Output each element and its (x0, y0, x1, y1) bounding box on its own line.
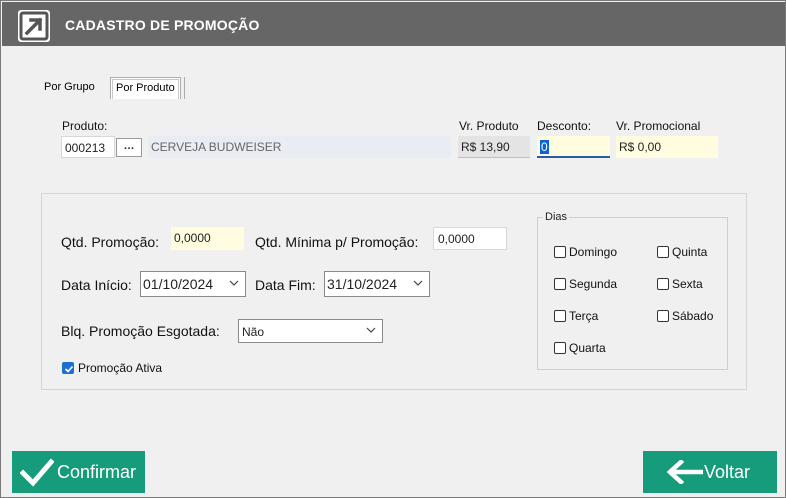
arrow-up-right-icon (18, 10, 50, 42)
chevron-down-icon (366, 327, 376, 333)
quarta-label: Quarta (569, 341, 606, 355)
vr-produto-field: R$ 13,90 (458, 136, 530, 158)
vr-promocional-field: R$ 0,00 (616, 136, 718, 158)
tab-divider (184, 77, 185, 99)
sabado-label: Sábado (672, 309, 714, 323)
produto-label: Produto: (62, 119, 108, 133)
data-fim-picker[interactable]: 31/10/2024 (324, 271, 430, 297)
tab-por-produto[interactable]: Por Produto (110, 77, 181, 99)
domingo-label: Domingo (569, 245, 618, 259)
blq-promocao-label: Blq. Promoção Esgotada: (61, 323, 220, 339)
promocao-ativa-checkbox[interactable] (62, 362, 74, 374)
data-inicio-label: Data Início: (61, 277, 132, 293)
dias-group-label: Dias (543, 211, 570, 223)
back-button[interactable]: Voltar (643, 451, 777, 493)
confirm-button-label: Confirmar (57, 462, 137, 482)
qtd-promocao-label: Qtd. Promoção: (61, 234, 160, 250)
data-fim-label: Data Fim: (255, 277, 316, 293)
qtd-minima-label: Qtd. Mínima p/ Promoção: (255, 234, 419, 250)
segunda-label: Segunda (569, 277, 618, 291)
chevron-down-icon (229, 280, 239, 286)
data-inicio-picker[interactable]: 01/10/2024 (140, 271, 246, 297)
back-button-label: Voltar (704, 462, 751, 482)
tab-por-grupo[interactable]: Por Grupo (39, 77, 100, 99)
domingo-checkbox[interactable] (554, 246, 566, 258)
sexta-checkbox[interactable] (657, 278, 669, 290)
segunda-checkbox[interactable] (554, 278, 566, 290)
quinta-checkbox[interactable] (657, 246, 669, 258)
promotion-window: CADASTRO DE PROMOÇÃO Por Grupo Por Produ… (0, 0, 786, 498)
produto-description-field: CERVEJA BUDWEISER (148, 136, 451, 158)
arrow-left-icon (667, 460, 703, 484)
terca-checkbox[interactable] (554, 310, 566, 322)
chevron-down-icon (413, 280, 423, 286)
terca-label: Terça (569, 309, 599, 323)
produto-lookup-button[interactable]: … (116, 138, 142, 157)
blq-promocao-select[interactable]: Não (238, 319, 383, 343)
desconto-field[interactable]: 0 (537, 136, 610, 158)
sexta-label: Sexta (672, 277, 703, 291)
sabado-checkbox[interactable] (657, 310, 669, 322)
vr-promocional-label: Vr. Promocional (616, 119, 701, 133)
title-bar: CADASTRO DE PROMOÇÃO (2, 2, 785, 46)
desconto-label: Desconto: (537, 119, 592, 133)
data-inicio-value: 01/10/2024 (143, 276, 214, 292)
promocao-ativa-label: Promoção Ativa (78, 361, 163, 375)
produto-code-field[interactable]: 000213 (61, 136, 115, 158)
blq-promocao-value: Não (242, 325, 265, 339)
data-fim-value: 31/10/2024 (327, 276, 398, 292)
checkmark-icon (64, 365, 74, 373)
quarta-checkbox[interactable] (554, 342, 566, 354)
desconto-value: 0 (540, 140, 549, 154)
quinta-label: Quinta (672, 245, 708, 259)
check-icon (20, 458, 54, 487)
confirm-button[interactable]: Confirmar (12, 451, 145, 493)
window-title: CADASTRO DE PROMOÇÃO (65, 17, 260, 33)
vr-produto-label: Vr. Produto (459, 119, 519, 133)
qtd-promocao-field[interactable]: 0,0000 (171, 227, 244, 250)
qtd-minima-field[interactable]: 0,0000 (433, 227, 507, 250)
